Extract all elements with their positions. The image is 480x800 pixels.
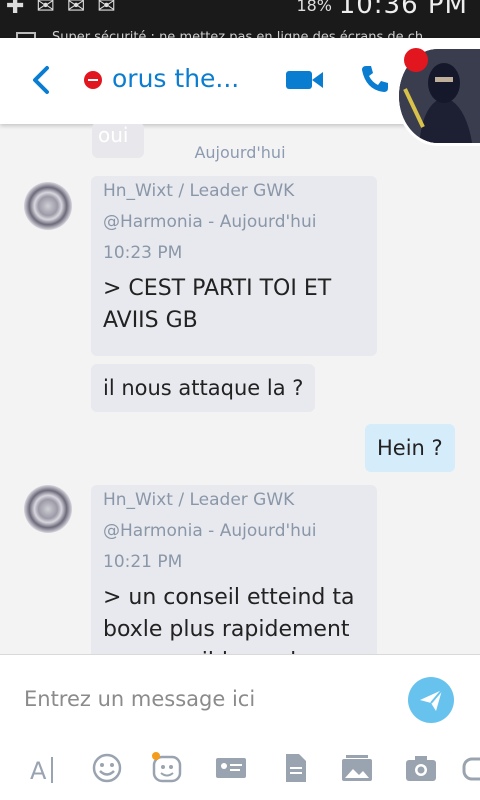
svg-text:A: A [30, 757, 47, 785]
outgoing-message-bubble[interactable]: Hein ? [365, 424, 455, 472]
quoted-message[interactable]: Hn_Wixt / Leader GWK @Harmonia - Aujourd… [91, 176, 377, 356]
send-icon [420, 689, 443, 711]
busy-status-icon [84, 71, 102, 89]
mojis-icon[interactable] [150, 751, 184, 785]
date-separator: Aujourd'hui [194, 143, 286, 162]
photo-gallery-icon[interactable] [340, 751, 374, 785]
quote-text: > un conseil etteind ta boxle plus rapid… [103, 585, 355, 654]
quote-author: Hn_Wixt / Leader GWK [103, 490, 295, 510]
message-list[interactable]: oui Aujourd'hui Hn_Wixt / Leader GWK @Ha… [0, 124, 480, 654]
sender-avatar[interactable] [24, 485, 72, 533]
back-arrow-icon[interactable] [30, 64, 52, 96]
camera-icon[interactable] [404, 751, 438, 785]
battery-level: 18% [296, 0, 332, 15]
more-icon[interactable] [462, 751, 480, 785]
compose-toolbar: A [0, 751, 480, 791]
font-icon[interactable]: A [28, 751, 62, 785]
clock: 10:36 PM [338, 0, 468, 20]
phone-call-icon[interactable] [360, 64, 390, 94]
notification-badge [404, 48, 428, 72]
send-button[interactable] [408, 677, 454, 723]
quoted-message[interactable]: Hn_Wixt / Leader GWK @Harmonia - Aujourd… [91, 485, 377, 654]
quote-meta: @Harmonia - Aujourd'hui 10:21 PM [103, 521, 317, 572]
emoticon-icon[interactable] [90, 751, 124, 785]
quote-meta: @Harmonia - Aujourd'hui 10:23 PM [103, 212, 317, 263]
sender-avatar[interactable] [24, 182, 72, 230]
video-call-icon[interactable] [286, 68, 324, 92]
file-icon[interactable] [278, 751, 312, 785]
notification-icons: ✚✉✉✉ [6, 0, 128, 19]
contact-card-icon[interactable] [214, 751, 248, 785]
message-bubble[interactable]: il nous attaque la ? [91, 364, 316, 412]
quote-text: > CEST PARTI TOI ET AVIIS GB [103, 276, 332, 333]
compose-bar: A [0, 654, 480, 800]
message-input[interactable] [24, 681, 384, 717]
conversation-title[interactable]: orus the... [112, 64, 239, 93]
quote-author: Hn_Wixt / Leader GWK [103, 181, 295, 201]
